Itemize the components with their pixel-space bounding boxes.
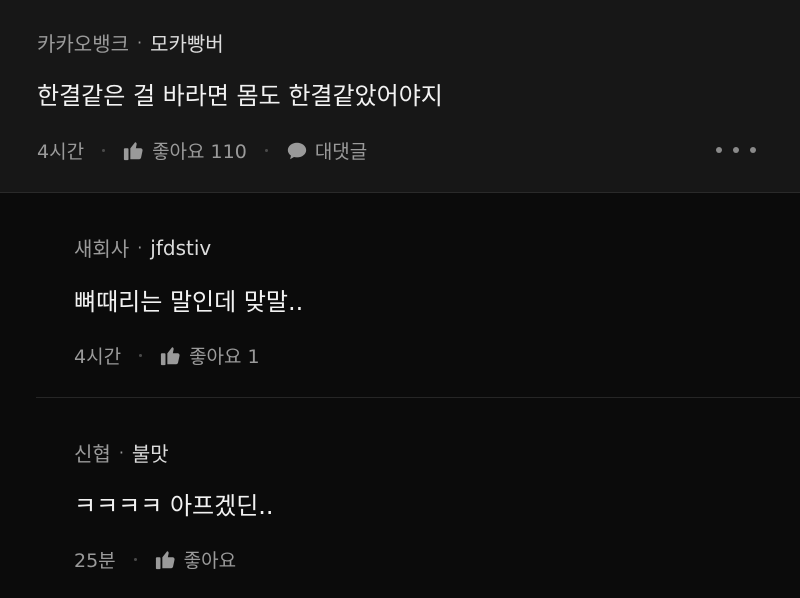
comment-text: 한결같은 걸 바라면 몸도 한결같았어야지 xyxy=(37,82,443,110)
meta-separator: · xyxy=(137,33,143,52)
reply-meta: 새회사 · jfdstiv xyxy=(74,233,211,262)
more-dot-icon xyxy=(750,147,756,153)
thumbs-up-icon xyxy=(123,141,143,160)
reply-list: 새회사 · jfdstiv 뼈때리는 말인데 맞말.. 4시간 좋아요 1 신협… xyxy=(0,193,800,598)
reply-text: 뼈때리는 말인데 맞말.. xyxy=(74,288,304,316)
nickname[interactable]: jfdstiv xyxy=(150,236,211,260)
speech-bubble-icon xyxy=(287,142,306,159)
action-separator xyxy=(133,558,137,561)
company-name[interactable]: 카카오뱅크 xyxy=(37,28,129,57)
reply-button[interactable]: 대댓글 xyxy=(286,137,367,164)
thumbs-up-icon xyxy=(155,550,175,569)
company-name[interactable]: 신협 xyxy=(74,438,111,467)
reply-text: ㅋㅋㅋㅋ 아프겠딘.. xyxy=(74,492,274,520)
action-separator xyxy=(139,354,143,357)
comment-actions: 4시간 좋아요 110 대댓글 xyxy=(37,137,367,164)
reply-meta: 신협 · 불맛 xyxy=(74,438,169,467)
meta-separator: · xyxy=(118,443,124,462)
comment-time: 4시간 xyxy=(37,141,85,163)
action-separator xyxy=(264,149,268,152)
reply-actions: 25분 좋아요 xyxy=(74,546,236,573)
action-separator xyxy=(102,149,106,152)
like-button[interactable]: 좋아요 xyxy=(155,546,236,573)
reply-time: 4시간 xyxy=(74,346,122,368)
company-name[interactable]: 새회사 xyxy=(74,233,129,262)
reply-divider xyxy=(36,397,800,398)
reply-actions: 4시간 좋아요 1 xyxy=(74,342,260,369)
more-dot-icon xyxy=(716,147,722,153)
reply-time: 25분 xyxy=(74,550,116,572)
reply-label: 대댓글 xyxy=(314,141,368,163)
nickname[interactable]: 불맛 xyxy=(132,438,169,467)
nickname[interactable]: 모카빵버 xyxy=(150,28,224,57)
comment-meta: 카카오뱅크 · 모카빵버 xyxy=(37,28,224,57)
thumbs-up-icon xyxy=(160,346,180,365)
like-button[interactable]: 좋아요 1 xyxy=(160,342,260,369)
more-dot-icon xyxy=(733,147,739,153)
like-count: 좋아요 xyxy=(183,550,237,572)
like-button[interactable]: 좋아요 110 xyxy=(123,137,247,164)
meta-separator: · xyxy=(137,238,143,257)
like-count: 좋아요 1 xyxy=(189,346,260,368)
more-options-button[interactable] xyxy=(716,138,756,162)
like-count: 좋아요 110 xyxy=(152,141,247,163)
top-comment: 카카오뱅크 · 모카빵버 한결같은 걸 바라면 몸도 한결같았어야지 4시간 좋… xyxy=(0,0,800,193)
